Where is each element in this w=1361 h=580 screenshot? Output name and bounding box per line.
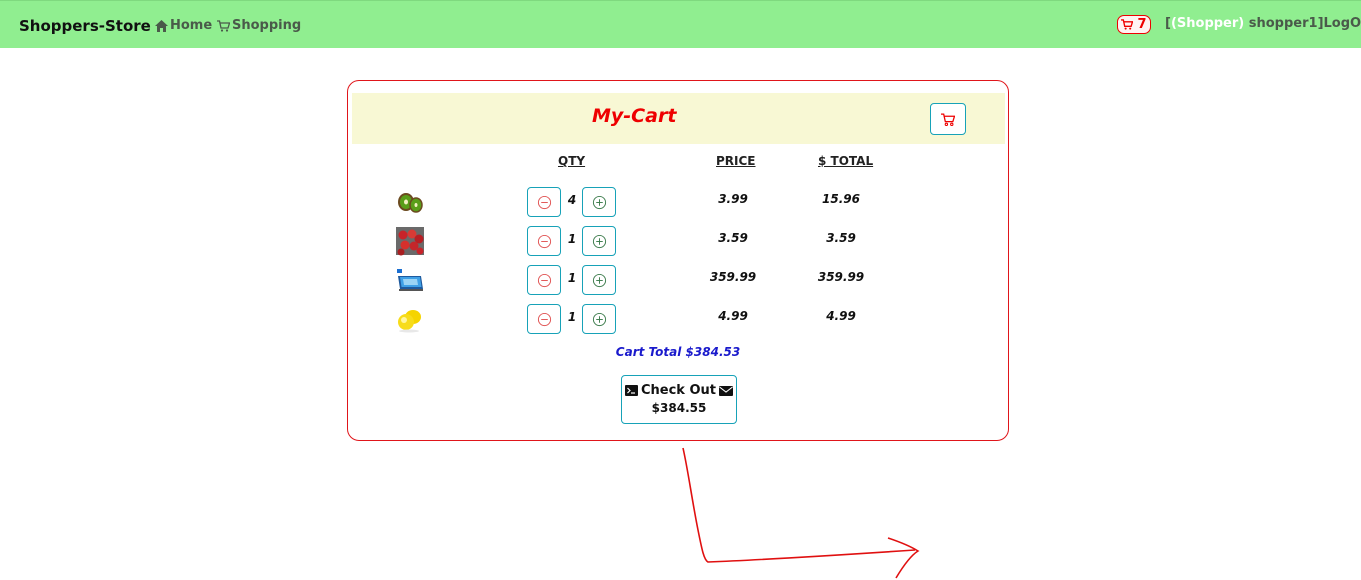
checkout-label: Check Out <box>640 383 716 398</box>
decrease-qty-button[interactable] <box>527 304 561 334</box>
lemon-image <box>398 310 421 333</box>
cart-title: My-Cart <box>592 105 677 127</box>
item-qty: 1 <box>567 310 577 324</box>
increase-qty-button[interactable] <box>582 265 616 295</box>
minus-circle-icon <box>537 195 551 209</box>
user-info: [(Shopper) shopper1]LogOut <box>1165 16 1361 31</box>
minus-circle-icon <box>537 234 551 248</box>
item-qty: 1 <box>567 232 577 246</box>
item-price: 3.99 <box>718 192 748 206</box>
navbar-cart-badge[interactable]: 7 <box>1117 15 1151 34</box>
column-header-total: $ TOTAL <box>818 154 874 168</box>
cart-total: Cart Total $384.53 <box>615 345 741 359</box>
header-cart-button[interactable] <box>930 103 966 135</box>
increase-qty-button[interactable] <box>582 226 616 256</box>
item-price: 3.59 <box>718 231 748 245</box>
plus-circle-icon <box>592 195 606 209</box>
top-navbar: Shoppers-Store Home Shopping 7 [(Shopper… <box>0 0 1361 48</box>
plus-circle-icon <box>592 312 606 326</box>
home-icon <box>155 19 168 32</box>
nav-home-label: Home <box>170 18 213 33</box>
item-price: 359.99 <box>709 270 757 284</box>
cart-row: 1 3.59 3.59 <box>348 224 1008 258</box>
nav-shopping-label: Shopping <box>232 18 302 33</box>
tomatoes-image <box>396 227 424 256</box>
item-qty: 4 <box>567 193 577 207</box>
minus-circle-icon <box>537 273 551 287</box>
cart-row: 1 359.99 359.99 <box>348 263 1008 297</box>
cart-row: 1 4.99 4.99 <box>348 302 1008 336</box>
item-total: 3.59 <box>826 231 856 245</box>
cart-header: My-Cart <box>352 93 1005 144</box>
brand-logo[interactable]: Shoppers-Store <box>19 17 151 35</box>
tablet-image <box>397 269 423 291</box>
cart-row: 4 3.99 15.96 <box>348 185 1008 219</box>
plus-circle-icon <box>592 234 606 248</box>
cart-icon <box>941 112 955 126</box>
user-name: shopper1] <box>1244 16 1324 31</box>
decrease-qty-button[interactable] <box>527 226 561 256</box>
item-qty: 1 <box>567 271 577 285</box>
cart-card: My-Cart QTY PRICE $ TOTAL 4 3.99 15.96 1… <box>347 80 1009 441</box>
terminal-icon <box>624 385 638 396</box>
item-total: 359.99 <box>817 270 865 284</box>
cart-icon <box>1121 19 1134 30</box>
increase-qty-button[interactable] <box>582 304 616 334</box>
checkout-amount: $384.55 <box>651 401 707 415</box>
item-total: 15.96 <box>822 192 860 206</box>
decrease-qty-button[interactable] <box>527 265 561 295</box>
item-total: 4.99 <box>826 309 856 323</box>
nav-shopping-link[interactable]: Shopping <box>217 18 301 33</box>
column-header-qty: QTY <box>558 154 586 168</box>
cart-count: 7 <box>1137 17 1147 32</box>
user-role: (Shopper) <box>1170 16 1245 31</box>
checkout-button[interactable]: Check Out $384.55 <box>621 375 737 424</box>
column-header-price: PRICE <box>716 154 756 168</box>
minus-circle-icon <box>537 312 551 326</box>
plus-circle-icon <box>592 273 606 287</box>
item-price: 4.99 <box>718 309 748 323</box>
nav-home-link[interactable]: Home <box>155 18 212 33</box>
logout-link[interactable]: LogOut <box>1324 16 1361 31</box>
cart-icon <box>217 19 230 32</box>
increase-qty-button[interactable] <box>582 187 616 217</box>
decrease-qty-button[interactable] <box>527 187 561 217</box>
envelope-icon <box>719 385 733 396</box>
kiwi-image <box>398 193 423 213</box>
